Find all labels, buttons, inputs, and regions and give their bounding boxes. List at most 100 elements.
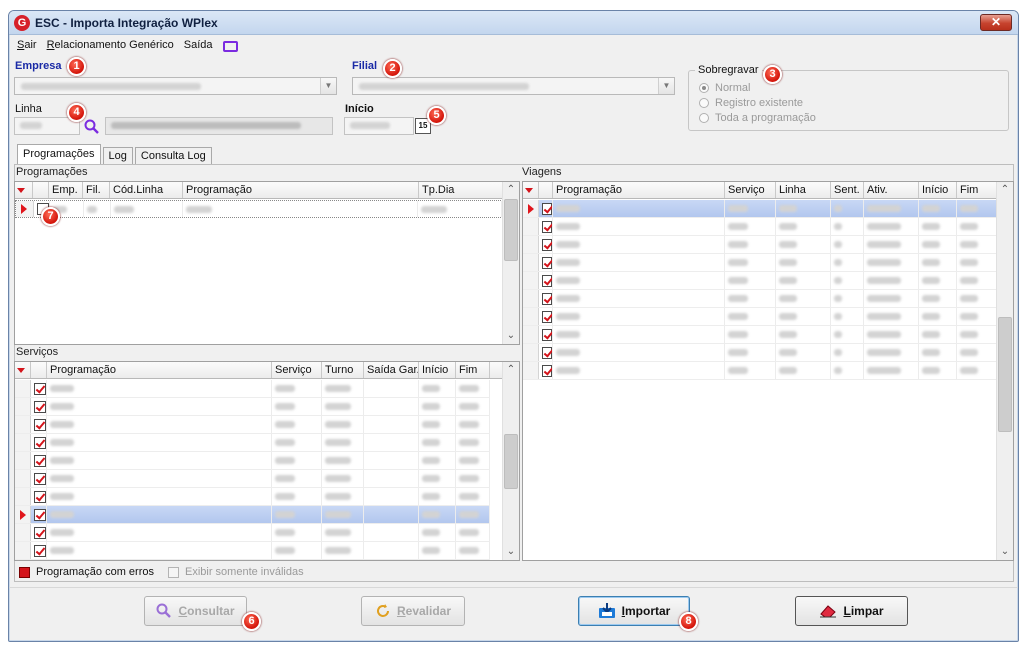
table-row[interactable]: [523, 254, 997, 272]
table-row[interactable]: [523, 344, 997, 362]
radio-normal[interactable]: Normal: [699, 82, 750, 94]
col-cod-linha[interactable]: Cód.Linha: [110, 182, 183, 198]
row-checkbox[interactable]: [542, 364, 552, 377]
table-row[interactable]: [15, 380, 490, 398]
col-fil[interactable]: Fil.: [83, 182, 110, 198]
programacoes-scrollbar[interactable]: ⌃ ⌄: [502, 182, 519, 344]
col-saida-gar[interactable]: Saída Gar.: [364, 362, 419, 378]
table-row[interactable]: [523, 200, 997, 218]
row-checkbox[interactable]: [34, 508, 46, 521]
table-row[interactable]: [15, 200, 503, 218]
col-fim[interactable]: Fim: [456, 362, 490, 378]
row-checkbox[interactable]: [542, 310, 552, 323]
redacted-value: [834, 331, 842, 338]
col-inicio[interactable]: Início: [919, 182, 957, 198]
inicio-date-input[interactable]: [344, 117, 414, 135]
col-programacao[interactable]: Programação: [553, 182, 725, 198]
row-checkbox[interactable]: [34, 490, 46, 503]
col-linha[interactable]: Linha: [776, 182, 831, 198]
radio-registro-existente[interactable]: Registro existente: [699, 97, 803, 109]
col-servico[interactable]: Serviço: [272, 362, 322, 378]
scroll-down-icon[interactable]: ⌄: [503, 328, 519, 344]
menu-item-sair[interactable]: Sair: [17, 39, 37, 51]
col-programacao[interactable]: Programação: [183, 182, 419, 198]
tab-programacoes[interactable]: Programações: [17, 144, 101, 164]
tab-log[interactable]: Log: [102, 147, 133, 164]
viagens-scrollbar[interactable]: ⌃ ⌄: [996, 182, 1013, 560]
table-row[interactable]: [15, 434, 490, 452]
filial-combo[interactable]: ▼: [352, 77, 675, 95]
col-emp[interactable]: Emp.: [49, 182, 83, 198]
table-row[interactable]: [15, 470, 490, 488]
table-row[interactable]: [523, 272, 997, 290]
menu-item-saida[interactable]: Saída: [184, 39, 213, 51]
row-checkbox[interactable]: [34, 544, 46, 557]
menu-item-relacionamento[interactable]: Relacionamento Genérico: [47, 39, 174, 51]
tab-consulta-log[interactable]: Consulta Log: [134, 147, 212, 164]
table-row[interactable]: [15, 452, 490, 470]
radio-icon: [699, 98, 709, 108]
col-ativ[interactable]: Ativ.: [864, 182, 919, 198]
row-checkbox[interactable]: [542, 238, 552, 251]
row-checkbox[interactable]: [542, 346, 552, 359]
table-row[interactable]: [15, 488, 490, 506]
row-checkbox[interactable]: [542, 328, 552, 341]
scroll-down-icon[interactable]: ⌄: [503, 544, 519, 560]
monitor-icon[interactable]: [222, 40, 238, 52]
row-checkbox[interactable]: [34, 472, 46, 485]
row-checkbox[interactable]: [542, 220, 552, 233]
inicio-label: Início: [345, 103, 374, 115]
table-row[interactable]: [523, 290, 997, 308]
table-row[interactable]: [523, 362, 997, 380]
row-checkbox[interactable]: [34, 382, 46, 395]
empresa-combo[interactable]: ▼: [14, 77, 337, 95]
col-fim[interactable]: Fim: [957, 182, 997, 198]
table-row[interactable]: [15, 506, 490, 524]
table-row[interactable]: [523, 308, 997, 326]
col-programacao[interactable]: Programação: [47, 362, 272, 378]
table-row[interactable]: [523, 326, 997, 344]
col-inicio[interactable]: Início: [419, 362, 456, 378]
close-button[interactable]: ✕: [980, 14, 1012, 31]
row-checkbox[interactable]: [34, 418, 46, 431]
table-row[interactable]: [523, 218, 997, 236]
row-checkbox[interactable]: [542, 256, 552, 269]
window-title: ESC - Importa Integração WPlex: [35, 16, 218, 30]
col-tp-dia[interactable]: Tp.Dia: [419, 182, 503, 198]
radio-toda-programacao[interactable]: Toda a programação: [699, 112, 816, 124]
row-checkbox[interactable]: [34, 454, 46, 467]
table-row[interactable]: [15, 542, 490, 560]
scroll-thumb[interactable]: [504, 199, 518, 261]
search-icon[interactable]: [84, 119, 100, 135]
row-checkbox[interactable]: [542, 274, 552, 287]
table-row[interactable]: [15, 416, 490, 434]
only-invalid-checkbox[interactable]: [168, 566, 179, 578]
scroll-thumb[interactable]: [998, 317, 1012, 432]
scroll-up-icon[interactable]: ⌃: [503, 182, 519, 198]
row-checkbox[interactable]: [34, 526, 46, 539]
col-sent[interactable]: Sent.: [831, 182, 864, 198]
row-checkbox[interactable]: [542, 202, 552, 215]
col-turno[interactable]: Turno: [322, 362, 364, 378]
row-checkbox[interactable]: [34, 436, 46, 449]
table-row[interactable]: [15, 524, 490, 542]
scroll-up-icon[interactable]: ⌃: [503, 362, 519, 378]
scroll-up-icon[interactable]: ⌃: [997, 182, 1013, 198]
table-row[interactable]: [523, 236, 997, 254]
col-servico[interactable]: Serviço: [725, 182, 776, 198]
scroll-thumb[interactable]: [504, 434, 518, 489]
row-checkbox[interactable]: [542, 292, 552, 305]
servicos-grid: Programação Serviço Turno Saída Gar. Iní…: [14, 361, 520, 561]
table-row[interactable]: [15, 398, 490, 416]
chevron-down-icon[interactable]: ▼: [658, 78, 674, 94]
linha-description-field: [105, 117, 333, 135]
consultar-button[interactable]: Consultar: [144, 596, 247, 626]
row-checkbox[interactable]: [34, 400, 46, 413]
chevron-down-icon[interactable]: ▼: [320, 78, 336, 94]
limpar-button[interactable]: Limpar: [795, 596, 908, 626]
revalidar-button[interactable]: Revalidar: [361, 596, 465, 626]
tab-strip: Programações Log Consulta Log: [17, 144, 214, 164]
scroll-down-icon[interactable]: ⌄: [997, 544, 1013, 560]
servicos-scrollbar[interactable]: ⌃ ⌄: [502, 362, 519, 560]
importar-button[interactable]: Importar: [578, 596, 690, 626]
